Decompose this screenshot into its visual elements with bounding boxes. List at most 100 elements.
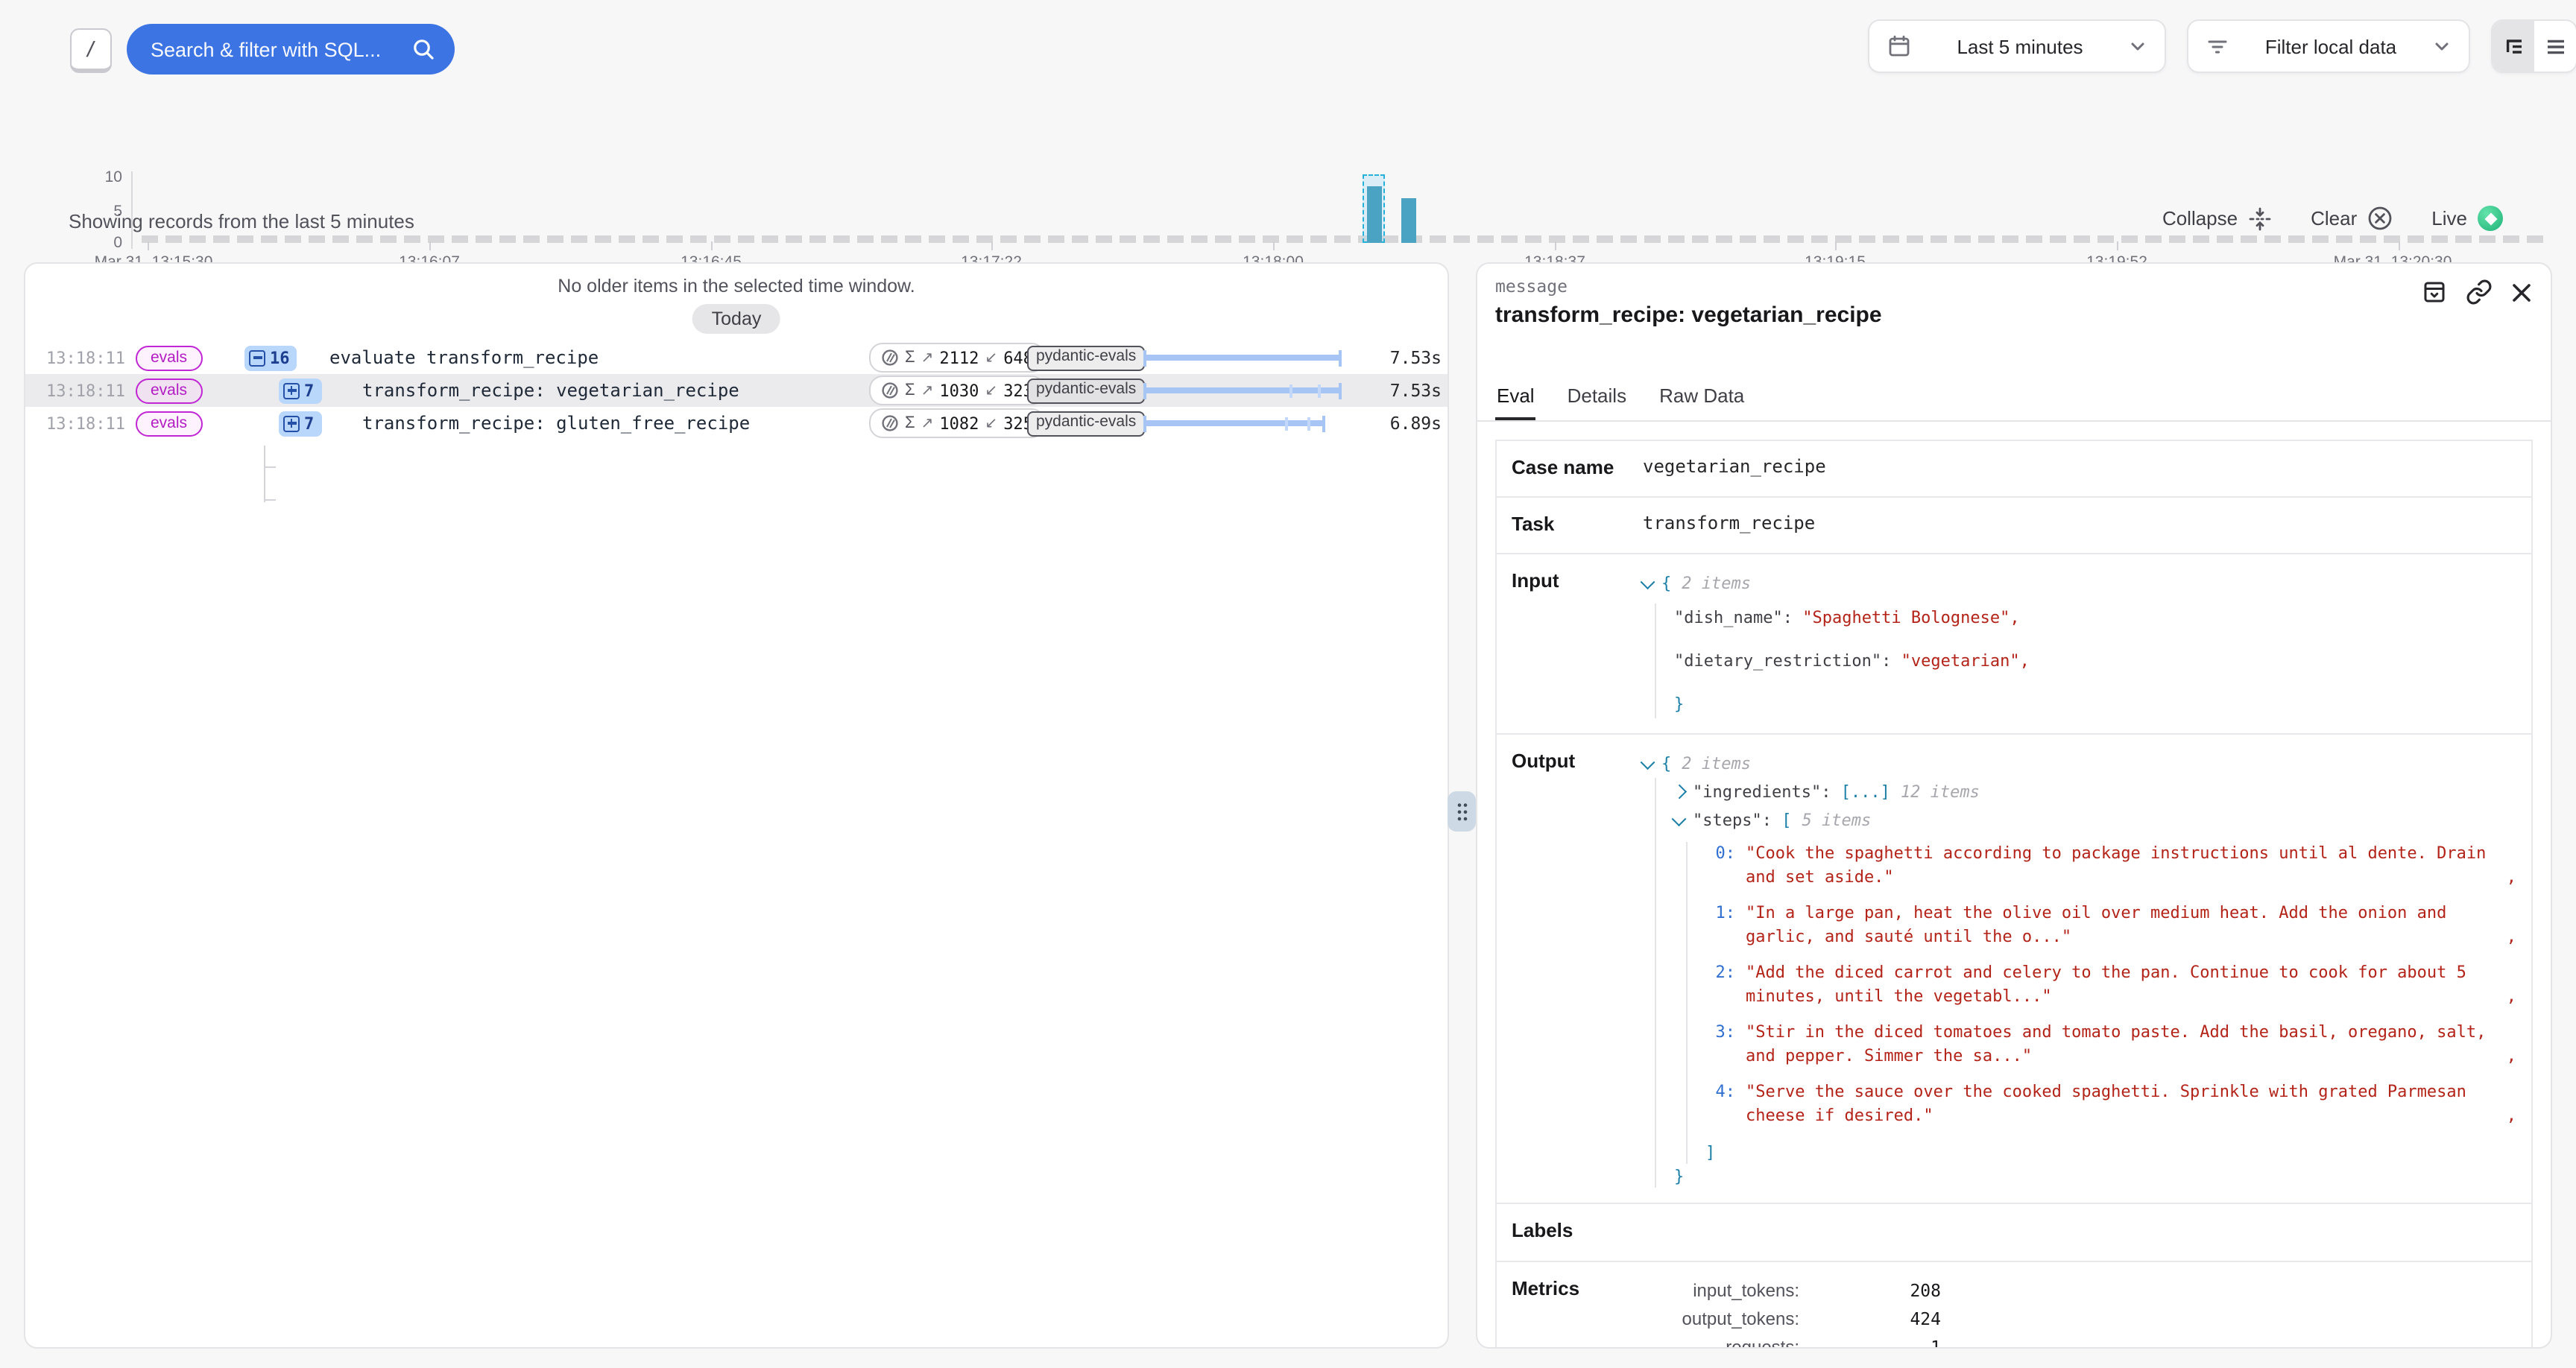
time-range-button[interactable]: Last 5 minutes [1868, 19, 2166, 73]
metric-value: 1 [1799, 1334, 1941, 1349]
json-string-value: "Serve the sauce over the cooked spaghet… [1746, 1080, 2488, 1127]
tab-eval[interactable]: Eval [1495, 376, 1536, 420]
metrics-label: Metrics [1497, 1262, 1643, 1349]
token-usage-pill: Σ ↗ 2112 ↙ 648 [869, 343, 1045, 373]
open-in-drawer-icon[interactable] [2421, 279, 2448, 305]
clear-icon [2367, 206, 2393, 231]
detail-tabs: Eval Details Raw Data [1477, 376, 2551, 422]
panel-resize-handle[interactable] [1448, 791, 1476, 832]
record-row-gluten-free-recipe[interactable]: 13:18:11 evals 7 transform_recipe: glute… [25, 407, 1448, 440]
record-timestamp: 13:18:11 [46, 407, 125, 440]
tree-connector-line [264, 466, 276, 468]
json-items-count: 2 items [1682, 750, 1751, 778]
service-badge: pydantic-evals [1027, 345, 1145, 370]
duration-bar [1143, 341, 1342, 374]
steps-entry: "steps": [5 items [1674, 806, 2516, 835]
output-row: Output {2 items "ingredients": [...]12 i… [1497, 735, 2531, 1204]
collapse-button[interactable]: Collapse [2162, 206, 2272, 230]
record-timestamp: 13:18:11 [46, 341, 125, 374]
y-axis-tick: 0 [86, 234, 122, 252]
tree-view-button[interactable] [2493, 21, 2534, 72]
x-axis-tick-mark [1835, 241, 1837, 250]
x-axis-tick-mark [148, 241, 149, 250]
expand-caret-icon[interactable] [1672, 785, 1685, 799]
list-view-button[interactable] [2534, 21, 2576, 72]
record-kind-label: message [1495, 276, 2533, 297]
today-pill[interactable]: Today [692, 304, 781, 334]
records-panel: No older items in the selected time wind… [24, 262, 1449, 1349]
tab-raw-data[interactable]: Raw Data [1658, 376, 1746, 420]
record-row-evaluate-transform-recipe[interactable]: 13:18:11 evals 16 evaluate transform_rec… [25, 341, 1448, 374]
json-close-brace: } [1674, 1162, 1684, 1190]
copy-link-icon[interactable] [2466, 279, 2493, 305]
topbar-right-controls: Last 5 minutes Filter local data [1868, 19, 2576, 73]
collapse-caret-icon[interactable] [1672, 811, 1685, 825]
span-name: evaluate transform_recipe [329, 341, 599, 374]
json-items-count: 12 items [1901, 778, 1980, 806]
metric-line: output_tokens:424 [1643, 1305, 2516, 1334]
filter-label: Filter local data [2265, 35, 2396, 57]
expand-toggle-icon[interactable] [283, 415, 300, 431]
duration-text: 7.53s [1346, 374, 1442, 407]
expand-toggle-icon[interactable] [283, 382, 300, 399]
input-tokens-arrow-icon: ↗ [921, 349, 934, 366]
collapse-toggle-icon[interactable] [249, 349, 265, 366]
case-name-row: Case name vegetarian_recipe [1497, 441, 2531, 498]
histogram-bar[interactable] [1367, 186, 1382, 243]
x-axis-tick-mark [2399, 241, 2400, 250]
detail-title: transform_recipe: vegetarian_recipe [1495, 303, 2533, 328]
search-icon [411, 37, 435, 61]
detail-header: message transform_recipe: vegetarian_rec… [1477, 264, 2551, 328]
tab-details[interactable]: Details [1566, 376, 1629, 420]
json-open-brace: { [1661, 750, 1671, 778]
record-row-vegetarian-recipe[interactable]: 13:18:11 evals 7 transform_recipe: veget… [25, 374, 1448, 407]
span-count-badge[interactable]: 16 [244, 345, 297, 370]
input-label: Input [1497, 554, 1643, 733]
sigma-icon: Σ [905, 381, 915, 399]
collapse-caret-icon[interactable] [1641, 755, 1654, 768]
input-tokens-value: 1030 [939, 381, 979, 400]
labels-label: Labels [1497, 1204, 1643, 1261]
json-string-value: "In a large pan, heat the olive oil over… [1746, 902, 2488, 948]
chevron-down-icon [2129, 37, 2147, 55]
token-usage-pill: Σ ↗ 1030 ↙ 323 [869, 376, 1045, 405]
metrics-row: Metrics input_tokens:208 output_tokens:4… [1497, 1262, 2531, 1349]
view-mode-toggle [2491, 19, 2576, 73]
list-view-icon [2544, 35, 2566, 57]
json-string-value: "Stir in the diced tomatoes and tomato p… [1746, 1021, 2488, 1067]
record-timestamp: 13:18:11 [46, 374, 125, 407]
output-label: Output [1497, 735, 1643, 1203]
detail-header-icons [2421, 279, 2533, 305]
json-string-value: "Cook the spaghetti according to package… [1746, 842, 2488, 888]
clear-button[interactable]: Clear [2311, 206, 2393, 231]
collapse-caret-icon[interactable] [1641, 574, 1654, 588]
ingredients-collapsed-entry: "ingredients": [...]12 items [1674, 778, 2516, 806]
json-open-brace: { [1661, 569, 1671, 598]
live-toggle[interactable]: Live [2431, 206, 2503, 231]
json-string-value: "Spaghetti Bolognese" [1802, 604, 2010, 632]
task-value: transform_recipe [1643, 498, 2531, 553]
input-tokens-arrow-icon: ↗ [921, 415, 934, 431]
json-open-bracket: [ [1781, 806, 1791, 835]
json-key: "ingredients" [1693, 778, 1821, 806]
token-usage-pill: Σ ↗ 1082 ↙ 325 [869, 408, 1045, 438]
close-icon[interactable] [2510, 281, 2533, 303]
histogram-bar[interactable] [1401, 198, 1416, 243]
collapsed-array-token[interactable]: [...] [1841, 778, 1890, 806]
x-axis-tick-mark [711, 241, 713, 250]
step-item: 3:"Stir in the diced tomatoes and tomato… [1705, 1021, 2516, 1067]
json-comma: , [2498, 1044, 2516, 1067]
time-range-label: Last 5 minutes [1957, 35, 2083, 57]
eval-table: Case name vegetarian_recipe Task transfo… [1495, 440, 2533, 1349]
search-button[interactable]: Search & filter with SQL... [127, 24, 455, 75]
json-array-index: 4: [1705, 1080, 1735, 1127]
chevron-down-icon [2433, 37, 2451, 55]
span-count-badge[interactable]: 7 [279, 411, 321, 436]
output-tokens-arrow-icon: ↙ [985, 415, 997, 431]
json-close-bracket: ] [1705, 1138, 1715, 1166]
filter-local-data-button[interactable]: Filter local data [2187, 19, 2470, 73]
step-item: 0:"Cook the spaghetti according to packa… [1705, 842, 2516, 888]
span-count-badge[interactable]: 7 [279, 378, 321, 403]
sigma-icon: Σ [905, 414, 915, 432]
json-comma: , [2498, 1103, 2516, 1127]
